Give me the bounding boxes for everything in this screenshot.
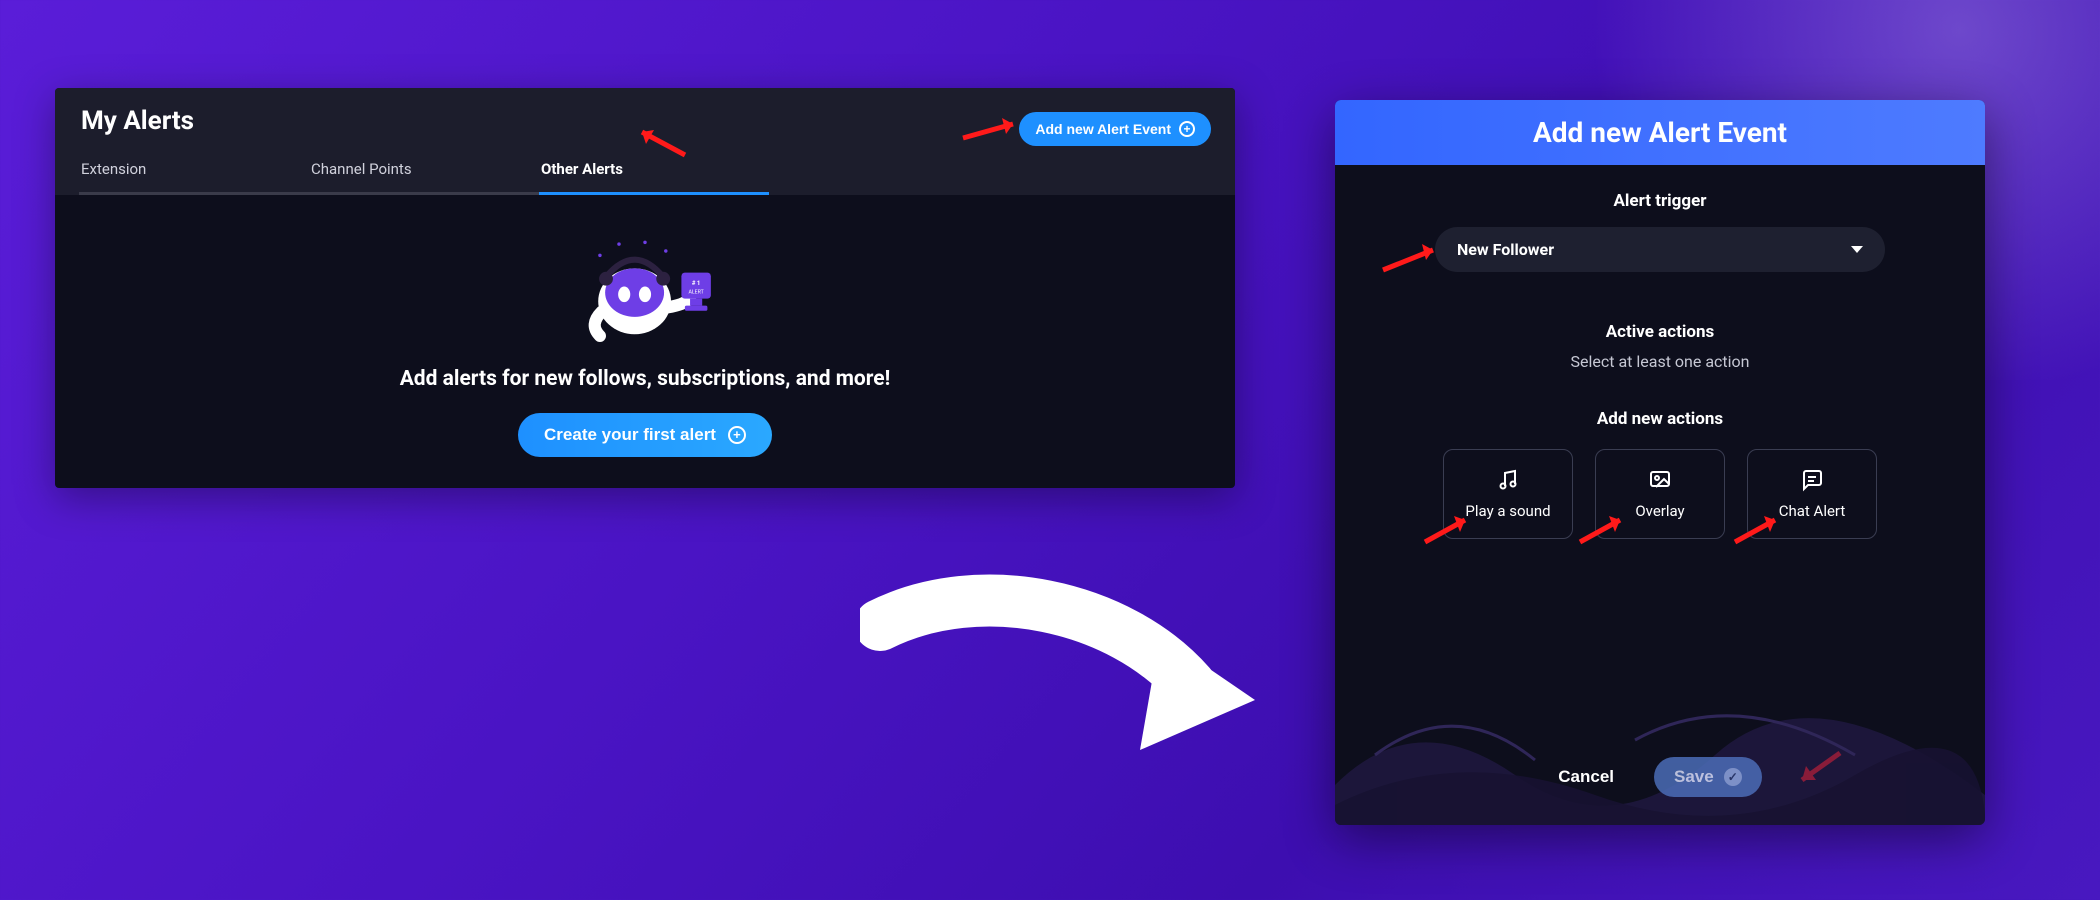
modal-footer: Cancel Save ✓	[1335, 735, 1985, 825]
active-actions-label: Active actions	[1571, 322, 1750, 342]
chat-icon	[1800, 468, 1824, 492]
create-first-alert-button[interactable]: Create your first alert +	[518, 413, 772, 457]
callout-arrow-icon	[1730, 510, 1790, 550]
modal-title: Add new Alert Event	[1335, 100, 1985, 165]
callout-arrow-icon	[1575, 510, 1635, 550]
add-alert-event-modal: Add new Alert Event Alert trigger New Fo…	[1335, 100, 1985, 825]
save-button[interactable]: Save ✓	[1654, 757, 1762, 797]
flow-arrow-illustration	[860, 565, 1280, 785]
tab-channel-points[interactable]: Channel Points	[309, 150, 539, 195]
svg-text:# 1: # 1	[692, 280, 701, 287]
empty-state: # 1 ALERT Add alerts for new follows, su…	[55, 195, 1235, 457]
action-label: Overlay	[1635, 502, 1684, 520]
alert-trigger-dropdown[interactable]: New Follower	[1435, 227, 1885, 272]
tab-extension[interactable]: Extension	[79, 150, 309, 195]
callout-arrow-icon	[1420, 510, 1480, 550]
alert-trigger-value: New Follower	[1457, 240, 1554, 259]
empty-state-text: Add alerts for new follows, subscription…	[400, 367, 891, 391]
plus-circle-icon: +	[728, 426, 746, 444]
music-note-icon	[1496, 468, 1520, 492]
astronaut-illustration: # 1 ALERT	[555, 225, 735, 355]
add-new-actions-label: Add new actions	[1443, 409, 1877, 429]
callout-arrow-icon	[1378, 238, 1448, 278]
save-label: Save	[1674, 767, 1714, 787]
action-cards: Play a sound Overlay Chat Alert	[1443, 449, 1877, 539]
image-icon	[1648, 468, 1672, 492]
add-new-alert-event-label: Add new Alert Event	[1035, 121, 1171, 137]
create-first-alert-label: Create your first alert	[544, 425, 716, 445]
active-actions-help: Select at least one action	[1571, 352, 1750, 371]
add-new-alert-event-button[interactable]: Add new Alert Event +	[1019, 112, 1211, 146]
check-circle-icon: ✓	[1724, 768, 1742, 786]
callout-arrow-icon	[630, 120, 690, 160]
caret-down-icon	[1851, 246, 1863, 253]
callout-arrow-icon	[958, 112, 1028, 146]
svg-text:ALERT: ALERT	[689, 289, 704, 295]
cancel-button[interactable]: Cancel	[1558, 767, 1614, 787]
plus-circle-icon: +	[1179, 121, 1195, 137]
alert-trigger-label: Alert trigger	[1613, 191, 1706, 211]
